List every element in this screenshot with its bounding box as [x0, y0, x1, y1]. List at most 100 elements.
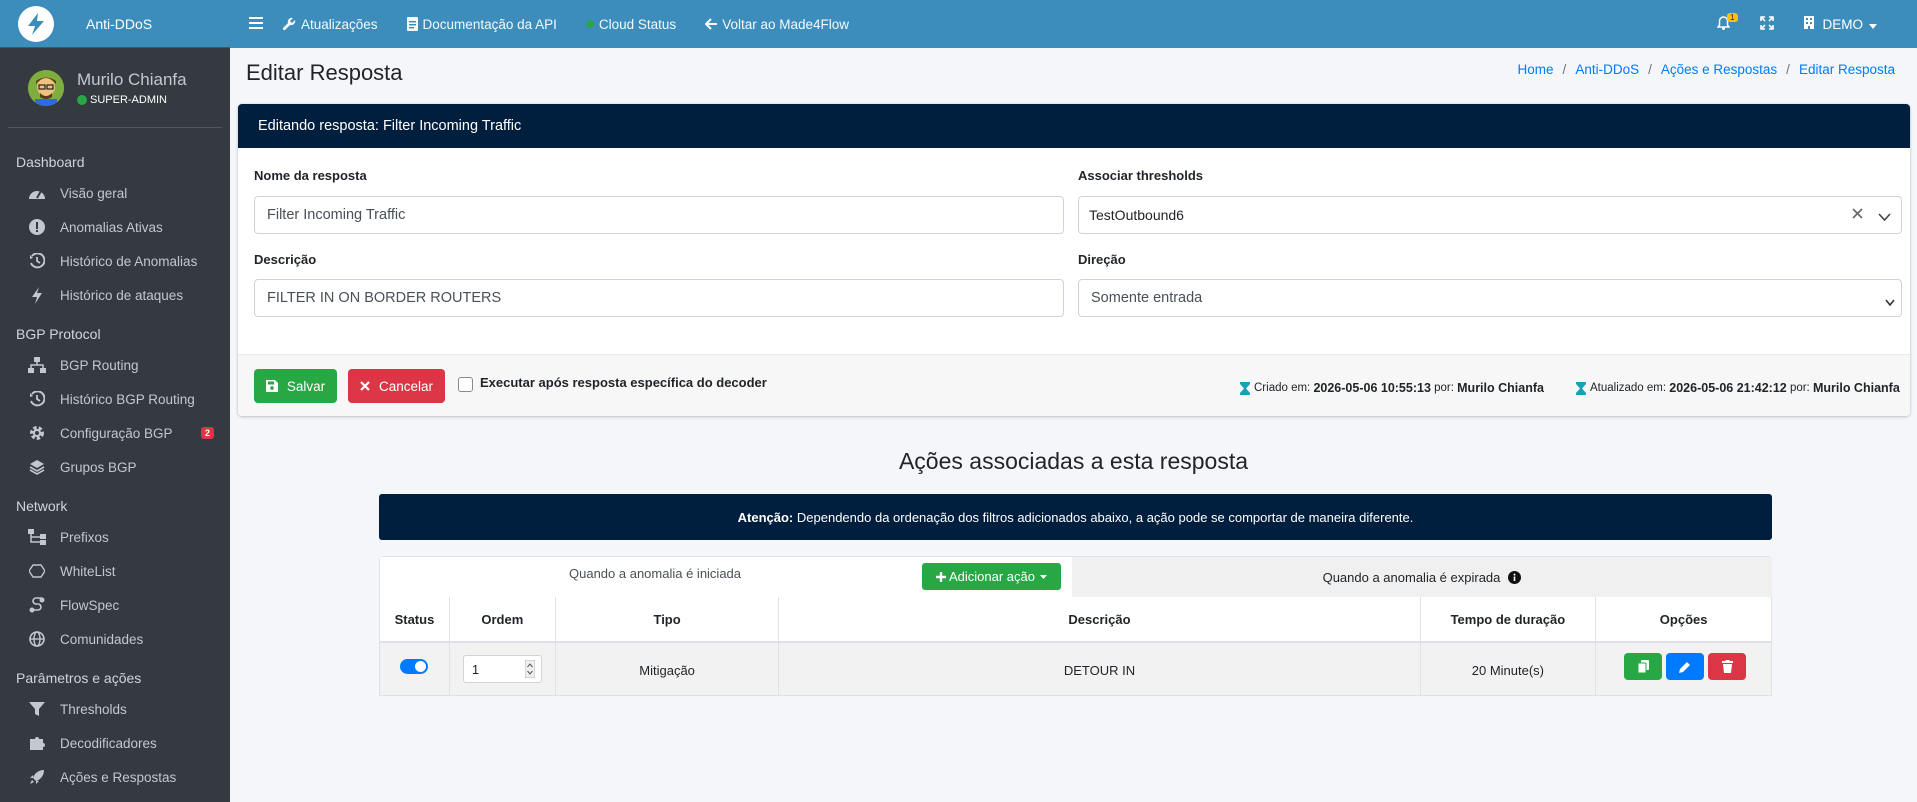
table-row: 1 Mitigação DETOUR IN 20 Minute(s)	[380, 643, 1771, 695]
table-header-row: Status Ordem Tipo Descrição Tempo de dur…	[380, 597, 1771, 643]
add-action-button[interactable]: Adicionar ação	[922, 563, 1061, 590]
sidebar-item-visao-geral[interactable]: Visão geral	[0, 176, 230, 210]
breadcrumb-home[interactable]: Home	[1518, 62, 1554, 77]
user-name: Murilo Chianfa	[77, 69, 187, 89]
sidebar-item-anomalias-ativas[interactable]: Anomalias Ativas	[0, 210, 230, 244]
puzzle-icon	[28, 734, 46, 752]
nav-header-dashboard: Dashboard	[16, 154, 85, 170]
thresholds-select[interactable]: TestOutbound6	[1078, 196, 1902, 234]
cancel-button[interactable]: Cancelar	[348, 369, 445, 403]
name-input[interactable]: Filter Incoming Traffic	[254, 196, 1064, 234]
network-icon	[28, 528, 46, 546]
copy-icon	[1637, 660, 1649, 673]
sidebar-item-thresholds[interactable]: Thresholds	[0, 692, 230, 726]
edit-response-card: Editando resposta: Filter Incoming Traff…	[238, 104, 1910, 416]
user-panel[interactable]: Murilo Chianfa SUPER-ADMIN	[8, 48, 222, 128]
sidebar-item-flowspec[interactable]: FlowSpec	[0, 588, 230, 622]
org-selector[interactable]: DEMO	[1803, 16, 1877, 32]
row-description: DETOUR IN	[779, 643, 1421, 695]
sidebar-item-bgp-routing[interactable]: BGP Routing	[0, 348, 230, 382]
column-header-descricao: Descrição	[779, 597, 1421, 643]
sidebar-item-comunidades[interactable]: Comunidades	[0, 622, 230, 656]
link-cloud-status[interactable]: Cloud Status	[585, 17, 676, 32]
sidebar-item-acoes-respostas[interactable]: Ações e Respostas	[0, 760, 230, 794]
sidebar-item-historico-ataques[interactable]: Histórico de ataques	[0, 278, 230, 312]
building-icon	[1803, 16, 1814, 32]
created-meta: Criado em: 2026-05-06 10:55:13 por: Muri…	[1240, 381, 1544, 395]
actions-tabs: Quando a anomalia é iniciada Adicionar a…	[379, 556, 1772, 598]
column-header-tempo: Tempo de duração	[1420, 597, 1597, 643]
breadcrumb-acoes-respostas[interactable]: Ações e Respostas	[1661, 62, 1777, 77]
caret-down-icon	[1040, 574, 1047, 579]
card-header: Editando resposta: Filter Incoming Traff…	[238, 104, 1910, 148]
clear-icon[interactable]	[1852, 207, 1863, 223]
updated-meta: Atualizado em: 2026-05-06 21:42:12 por: …	[1576, 381, 1900, 395]
trash-icon	[1721, 660, 1733, 673]
row-duration: 20 Minute(s)	[1420, 643, 1597, 695]
online-status-icon	[77, 94, 87, 105]
hamburger-icon	[249, 16, 263, 32]
history-icon	[28, 252, 46, 270]
direction-select[interactable]: Somente entrada	[1078, 279, 1902, 317]
layers-icon	[28, 458, 46, 476]
document-icon	[406, 17, 418, 31]
notifications-button[interactable]: 1	[1716, 12, 1738, 33]
direction-selected: Somente entrada	[1091, 290, 1203, 306]
expand-icon	[1759, 15, 1774, 33]
edit-button[interactable]	[1666, 653, 1705, 680]
actions-section-title: Ações associadas a esta resposta	[898, 448, 1249, 474]
hourglass-icon	[1576, 381, 1586, 395]
globe-icon	[28, 630, 46, 648]
hourglass-icon	[1240, 381, 1250, 395]
sidebar-item-configuracao-bgp[interactable]: Configuração BGP 2	[0, 416, 230, 450]
sidebar-item-grupos-bgp[interactable]: Grupos BGP	[0, 450, 230, 484]
sidebar-item-prefixos[interactable]: Prefixos	[0, 520, 230, 554]
copy-button[interactable]	[1624, 653, 1663, 680]
save-button[interactable]: Salvar	[254, 369, 337, 403]
tab-expired[interactable]: Quando a anomalia é expirada	[1072, 557, 1772, 597]
brand-name: Anti-DDoS	[86, 15, 153, 32]
exec-after-checkbox[interactable]	[458, 377, 473, 392]
chevron-down-icon[interactable]	[1878, 209, 1891, 225]
sidebar-item-whitelist[interactable]: WhiteList	[0, 554, 230, 588]
status-dot-icon	[585, 20, 594, 28]
select-chevron-icon	[1885, 294, 1895, 310]
route-icon	[28, 596, 46, 614]
sidebar-item-decodificadores[interactable]: Decodificadores	[0, 726, 230, 760]
gear-icon	[28, 424, 46, 442]
page-title: Editar Resposta	[246, 60, 403, 85]
order-stepper[interactable]: 1	[462, 655, 542, 683]
sidebar-item-historico-anomalias[interactable]: Histórico de Anomalias	[0, 244, 230, 278]
main-content: Editar Resposta Home / Anti-DDoS / Ações…	[230, 48, 1917, 802]
link-documentacao-api[interactable]: Documentação da API	[406, 17, 557, 32]
stepper-arrows-icon[interactable]	[524, 660, 535, 678]
brand[interactable]: Anti-DDoS	[0, 0, 230, 48]
status-toggle[interactable]	[400, 659, 429, 674]
times-icon	[360, 381, 370, 391]
org-name: DEMO	[1822, 16, 1864, 32]
exec-after-label: Executar após resposta específica do dec…	[480, 375, 767, 390]
description-label: Descrição	[254, 252, 317, 267]
history-icon	[28, 390, 46, 408]
breadcrumb: Home / Anti-DDoS / Ações e Respostas / E…	[1517, 62, 1895, 77]
breadcrumb-anti-ddos[interactable]: Anti-DDoS	[1575, 62, 1639, 77]
brand-logo	[18, 5, 54, 42]
breadcrumb-current[interactable]: Editar Resposta	[1799, 62, 1895, 77]
config-bgp-badge: 2	[200, 427, 214, 439]
menu-toggle-button[interactable]	[230, 16, 282, 32]
attention-alert: Atenção: Dependendo da ordenação dos fil…	[379, 494, 1772, 540]
fullscreen-button[interactable]	[1759, 15, 1774, 33]
filter-icon	[28, 700, 46, 718]
nav-header-parametros: Parâmetros e ações	[16, 670, 142, 686]
sidebar: Anti-DDoS Murilo Chianfa SUPER-ADMIN Das…	[0, 0, 230, 802]
nav-header-bgp: BGP Protocol	[16, 326, 101, 342]
user-role: SUPER-ADMIN	[90, 93, 168, 106]
delete-button[interactable]	[1708, 653, 1747, 680]
pencil-icon	[1679, 661, 1691, 673]
tab-started[interactable]: Quando a anomalia é iniciada Adicionar a…	[380, 557, 1072, 597]
column-header-tipo: Tipo	[555, 597, 780, 643]
link-atualizacoes[interactable]: Atualizações	[282, 17, 378, 32]
description-input[interactable]: FILTER IN ON BORDER ROUTERS	[254, 279, 1064, 317]
link-voltar-made4flow[interactable]: Voltar ao Made4Flow	[705, 17, 849, 32]
sidebar-item-historico-bgp[interactable]: Histórico BGP Routing	[0, 382, 230, 416]
